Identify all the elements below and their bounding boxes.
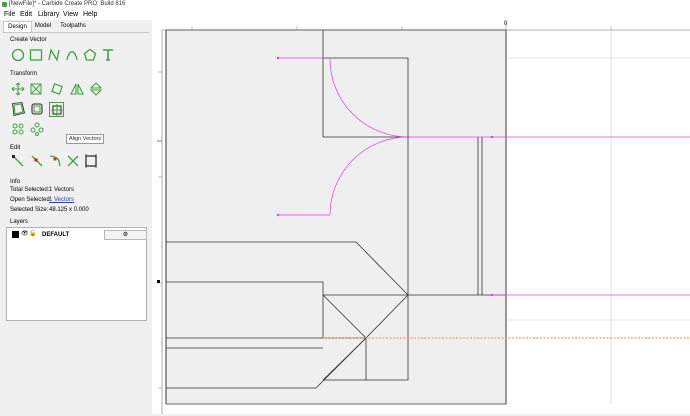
tab-model[interactable]: Model — [32, 21, 54, 31]
left-ruler — [152, 20, 162, 414]
join-tool-icon[interactable] — [30, 102, 44, 116]
circle-tool-icon[interactable] — [11, 48, 25, 62]
design-canvas[interactable]: 0 — [152, 20, 690, 414]
layer-color-swatch[interactable] — [12, 231, 19, 238]
lock-icon[interactable]: 🔓 — [29, 231, 36, 238]
panel-tabs: Design Model Toolpaths — [3, 21, 149, 33]
mirror-tool-icon[interactable] — [70, 82, 84, 96]
offset-tool-icon[interactable] — [11, 102, 25, 116]
menu-library[interactable]: Library — [38, 9, 59, 20]
smooth-node-icon[interactable] — [30, 154, 44, 168]
design-panel: Design Model Toolpaths Create Vector Tra… — [0, 20, 150, 414]
info-heading: Info — [10, 179, 21, 185]
tab-toolpaths[interactable]: Toolpaths — [57, 21, 89, 31]
window-title: [NewFile]* - Carbide Create PRO: Build 8… — [9, 1, 126, 7]
total-selected-label: Total Selected: — [10, 187, 50, 193]
menu-edit[interactable]: Edit — [20, 9, 32, 20]
align-vectors-tooltip: Align Vectors — [66, 134, 105, 144]
circular-array-tool-icon[interactable] — [30, 122, 44, 136]
boolean-tool-icon[interactable] — [84, 154, 98, 168]
flip-tool-icon[interactable] — [89, 82, 103, 96]
layer-row[interactable]: 👁 🔓 DEFAULT ⚙ — [7, 230, 147, 240]
ruler-marker — [157, 280, 160, 283]
rotate-tool-icon[interactable] — [50, 82, 64, 96]
open-selected-label: Open Selected: — [10, 197, 52, 203]
tab-design[interactable]: Design — [3, 21, 32, 32]
layers-list: 👁 🔓 DEFAULT ⚙ — [6, 227, 147, 321]
array-tool-icon[interactable] — [11, 122, 25, 136]
layers-heading: Layers — [10, 219, 29, 225]
menu-view[interactable]: View — [63, 9, 78, 20]
total-selected-value: 1 Vectors — [49, 187, 75, 193]
title-bar: [NewFile]* - Carbide Create PRO: Build 8… — [0, 0, 690, 9]
move-tool-icon[interactable] — [11, 82, 25, 96]
edit-heading: Edit — [10, 145, 21, 151]
polyline-tool-icon[interactable] — [47, 48, 61, 62]
layer-name: DEFAULT — [42, 232, 70, 238]
align-vectors-icon[interactable] — [49, 102, 64, 117]
open-selected-link[interactable]: 1 Vectors — [49, 196, 74, 204]
scale-tool-icon[interactable] — [29, 82, 43, 96]
text-tool-icon[interactable] — [101, 48, 115, 62]
gear-icon[interactable]: ⚙ — [104, 230, 147, 240]
menu-bar: File Edit Library View Help — [0, 9, 690, 20]
polygon-tool-icon[interactable] — [83, 48, 97, 62]
node-edit-icon[interactable] — [11, 154, 25, 168]
app-icon — [2, 2, 7, 7]
curve-tool-icon[interactable] — [65, 48, 79, 62]
selected-size-value: 48.125 x 0.000 — [49, 207, 89, 213]
transform-heading: Transform — [10, 71, 38, 77]
eye-icon[interactable]: 👁 — [21, 231, 29, 238]
menu-file[interactable]: File — [4, 9, 15, 20]
rectangle-tool-icon[interactable] — [29, 48, 43, 62]
top-ruler — [152, 20, 690, 30]
fillet-tool-icon[interactable] — [48, 154, 62, 168]
trim-tool-icon[interactable] — [66, 154, 80, 168]
menu-help[interactable]: Help — [83, 9, 97, 20]
create-vector-heading: Create Vector — [10, 37, 47, 43]
selected-size-label: Selected Size: — [10, 207, 49, 213]
